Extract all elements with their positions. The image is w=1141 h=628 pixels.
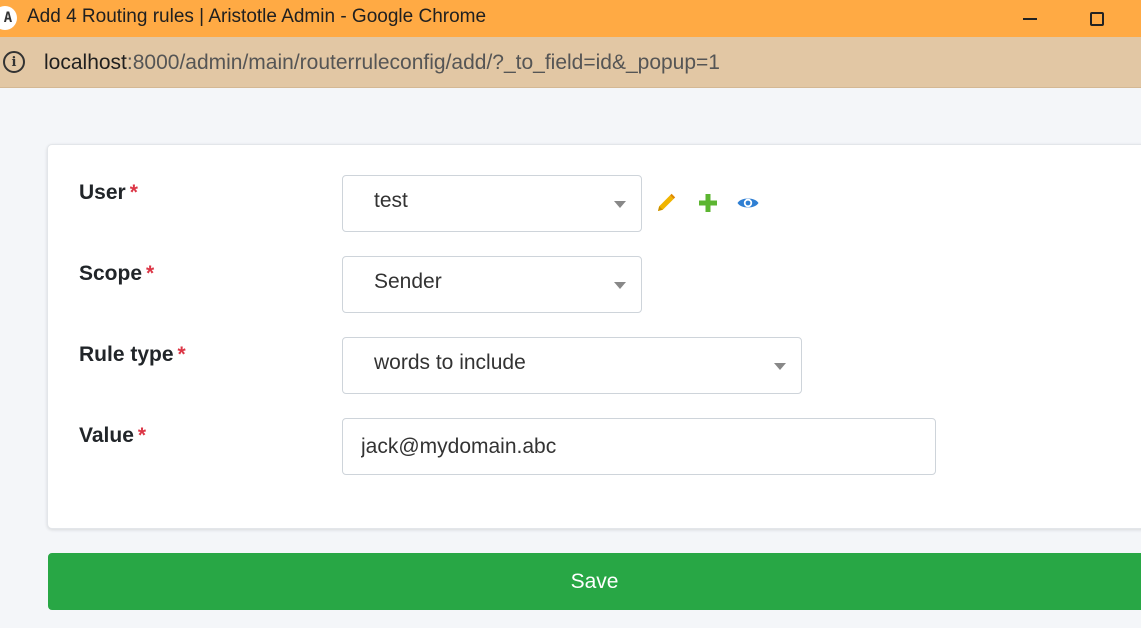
rule-type-select-value: words to include: [374, 351, 526, 374]
scope-row: Scope * Sender: [48, 256, 1141, 316]
minimize-button[interactable]: [1007, 0, 1053, 37]
save-button[interactable]: Save: [48, 553, 1141, 610]
maximize-icon: [1090, 11, 1104, 26]
window-titlebar: A Add 4 Routing rules | Aristotle Admin …: [0, 0, 1141, 37]
user-label-text: User: [79, 181, 126, 204]
site-info-icon[interactable]: i: [3, 51, 25, 73]
window-title: Add 4 Routing rules | Aristotle Admin - …: [27, 6, 487, 27]
scope-select-value: Sender: [374, 270, 442, 293]
plus-icon[interactable]: [696, 191, 720, 215]
rule-type-label-text: Rule type: [79, 343, 174, 366]
value-input[interactable]: [342, 418, 936, 475]
chevron-down-icon: [774, 363, 786, 370]
value-row: Value *: [48, 418, 1141, 478]
rule-type-row: Rule type * words to include: [48, 337, 1141, 397]
rule-type-label: Rule type *: [79, 343, 186, 367]
chevron-down-icon: [614, 282, 626, 289]
url-path: :8000/admin/main/routerruleconfig/add/?_…: [126, 51, 720, 74]
chevron-down-icon: [614, 201, 626, 208]
required-marker: *: [129, 181, 138, 204]
user-select-value: test: [374, 189, 408, 212]
required-marker: *: [137, 424, 147, 447]
user-label: User *: [79, 181, 138, 205]
maximize-button[interactable]: [1074, 0, 1120, 37]
scope-select[interactable]: Sender: [342, 256, 642, 313]
url-host: localhost: [44, 51, 127, 74]
value-label: Value *: [79, 424, 146, 448]
required-marker: *: [146, 262, 155, 285]
app-icon-letter: A: [3, 10, 13, 26]
value-label-text: Value: [79, 424, 134, 447]
rule-type-select[interactable]: words to include: [342, 337, 802, 394]
pencil-icon[interactable]: [654, 191, 678, 215]
eye-icon[interactable]: [736, 191, 760, 215]
user-select[interactable]: test: [342, 175, 642, 232]
address-bar[interactable]: i localhost:8000/admin/main/routerruleco…: [0, 37, 1141, 88]
scope-label-text: Scope: [79, 262, 143, 285]
url-text[interactable]: localhost:8000/admin/main/routerruleconf…: [44, 51, 720, 75]
minimize-icon: [1023, 17, 1037, 20]
required-marker: *: [177, 343, 186, 366]
scope-label: Scope *: [79, 262, 154, 286]
user-row: User * test: [48, 175, 1141, 235]
app-icon: A: [0, 6, 17, 30]
form-card: User * test Scope * Sender Rule type * w…: [47, 144, 1141, 529]
